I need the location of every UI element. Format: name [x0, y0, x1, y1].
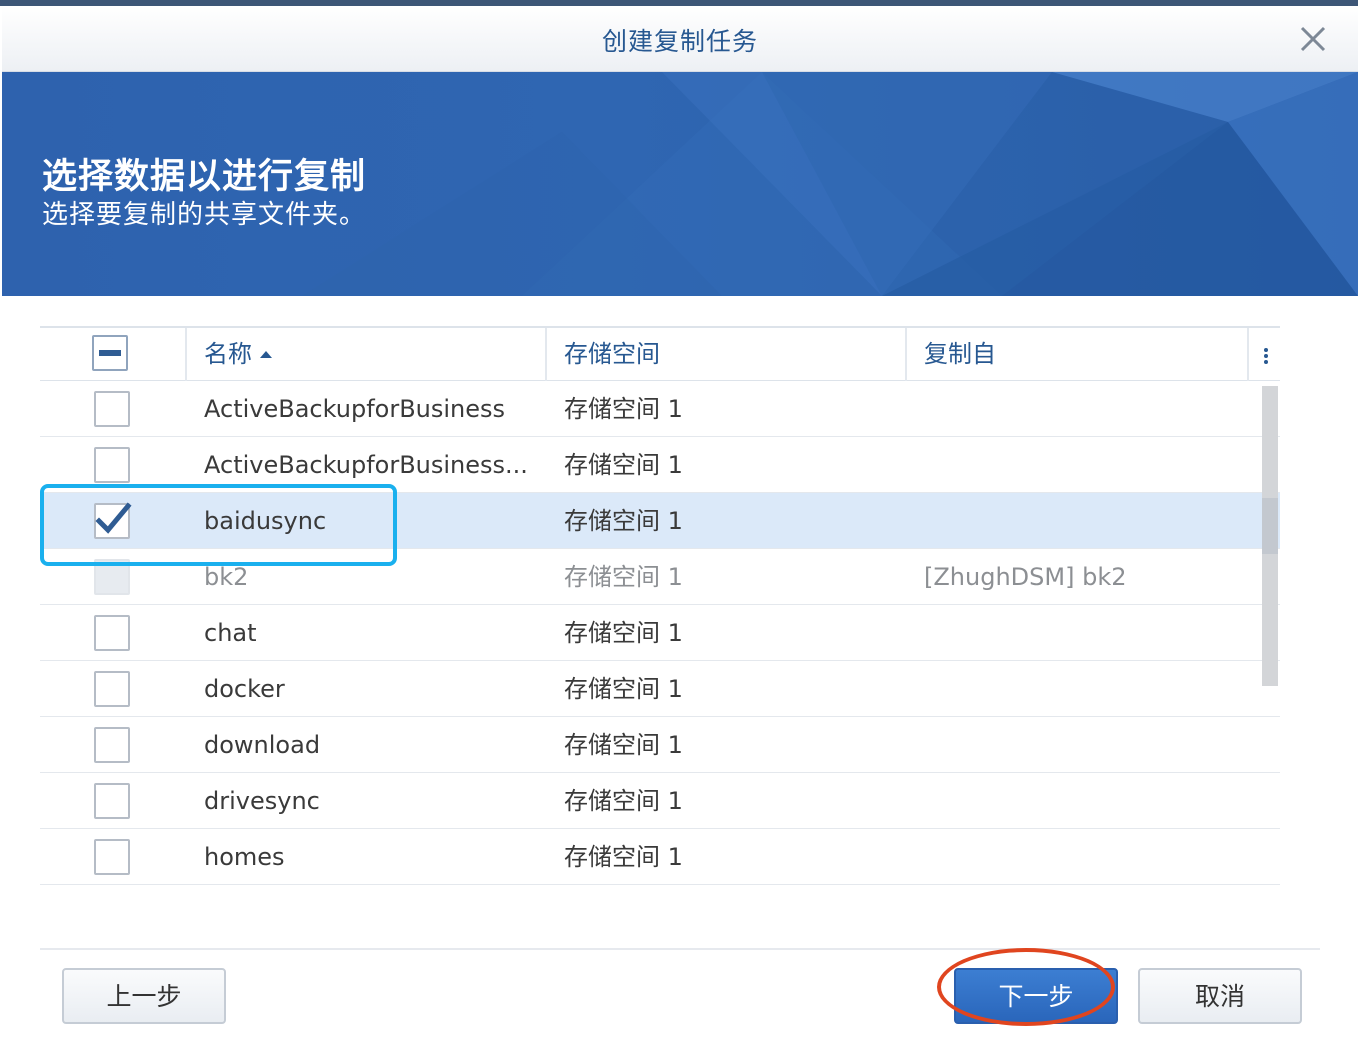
column-menu-icon[interactable] [1256, 328, 1276, 381]
column-divider [545, 328, 547, 381]
row-checkbox[interactable] [94, 783, 130, 819]
row-volume: 存储空间 1 [564, 731, 683, 759]
row-volume: 存储空间 1 [564, 395, 683, 423]
row-volume: 存储空间 1 [564, 507, 683, 535]
table-row[interactable]: ActiveBackupforBusiness 存储空间 1 [40, 381, 1280, 437]
row-checkbox[interactable] [94, 839, 130, 875]
column-divider [185, 328, 187, 381]
table-row[interactable]: homes 存储空间 1 [40, 829, 1280, 885]
row-volume: 存储空间 1 [564, 787, 683, 815]
row-checkbox[interactable] [94, 671, 130, 707]
banner-title: 选择数据以进行复制 [42, 157, 367, 197]
dialog-title: 创建复制任务 [601, 27, 758, 56]
row-name: download [204, 731, 321, 759]
row-volume: 存储空间 1 [564, 619, 683, 647]
footer-divider [40, 948, 1320, 950]
cancel-button[interactable]: 取消 [1138, 968, 1302, 1024]
row-checkbox[interactable] [94, 447, 130, 483]
column-header-volume[interactable]: 存储空间 [564, 328, 660, 381]
row-name: homes [204, 843, 285, 871]
table-row[interactable]: chat 存储空间 1 [40, 605, 1280, 661]
row-name: docker [204, 675, 285, 703]
highlight-ellipse-annotation [937, 948, 1115, 1026]
select-all-checkbox[interactable] [92, 335, 128, 371]
row-checkbox[interactable] [94, 615, 130, 651]
column-header-replicated-from[interactable]: 复制自 [924, 328, 996, 381]
dialog-titlebar: 创建复制任务 [2, 6, 1358, 72]
table-row[interactable]: download 存储空间 1 [40, 717, 1280, 773]
back-button[interactable]: 上一步 [62, 968, 226, 1024]
row-checkbox[interactable] [94, 727, 130, 763]
column-name-label: 名称 [204, 340, 252, 368]
row-name: drivesync [204, 787, 320, 815]
highlight-box-annotation [40, 484, 397, 566]
column-divider [905, 328, 907, 381]
row-checkbox[interactable] [94, 391, 130, 427]
column-divider [1247, 328, 1249, 381]
row-volume: 存储空间 1 [564, 451, 683, 479]
row-volume: 存储空间 1 [564, 563, 683, 591]
scrollbar-handle[interactable] [1262, 498, 1278, 554]
wizard-banner: 选择数据以进行复制 选择要复制的共享文件夹。 [2, 72, 1358, 296]
partial-selection-icon [99, 350, 121, 356]
row-name: chat [204, 619, 257, 647]
banner-subtitle: 选择要复制的共享文件夹。 [42, 200, 367, 230]
shared-folder-grid: 名称 存储空间 复制自 ActiveBackupforBusiness 存储空间 … [40, 326, 1280, 902]
sort-ascending-icon [260, 351, 272, 358]
row-name: ActiveBackupforBusiness [204, 395, 506, 423]
row-replicated-from: [ZhughDSM] bk2 [924, 563, 1127, 591]
table-row[interactable]: drivesync 存储空间 1 [40, 773, 1280, 829]
grid-header: 名称 存储空间 复制自 [40, 326, 1280, 381]
column-header-name[interactable]: 名称 [204, 328, 272, 381]
row-volume: 存储空间 1 [564, 843, 683, 871]
row-volume: 存储空间 1 [564, 675, 683, 703]
table-row[interactable]: docker 存储空间 1 [40, 661, 1280, 717]
close-icon[interactable] [1296, 22, 1330, 56]
